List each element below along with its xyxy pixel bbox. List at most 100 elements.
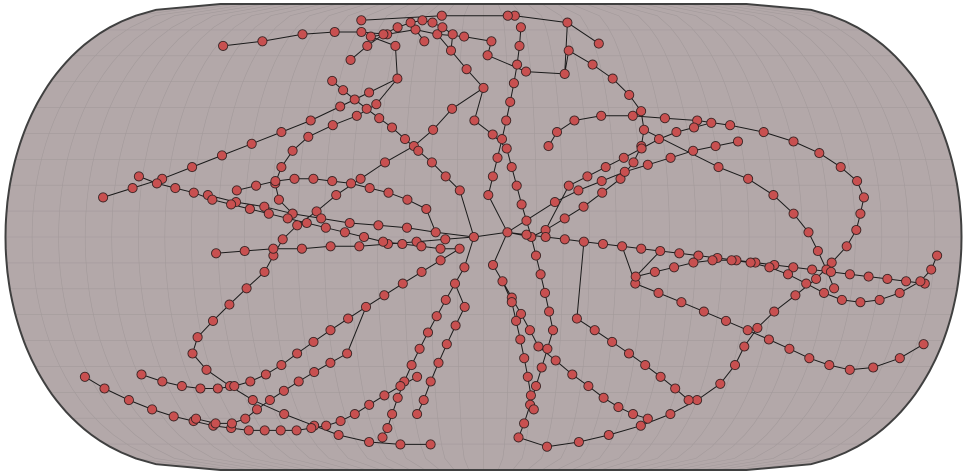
- graph-node: [804, 353, 815, 364]
- graph-node: [454, 243, 465, 254]
- graph-node: [354, 241, 365, 252]
- graph-node: [377, 432, 388, 443]
- graph-node: [282, 213, 293, 224]
- graph-node: [413, 145, 424, 156]
- graph-node: [617, 241, 628, 252]
- graph-node: [683, 395, 694, 406]
- graph-node: [240, 413, 251, 424]
- graph-node: [435, 243, 446, 254]
- graph-node: [356, 15, 367, 26]
- graph-node: [562, 17, 573, 28]
- graph-node: [788, 208, 799, 219]
- graph-node: [433, 357, 444, 368]
- graph-node: [379, 390, 390, 401]
- graph-node: [543, 141, 554, 152]
- graph-node: [688, 257, 699, 268]
- graph-node: [392, 22, 403, 33]
- graph-node: [852, 176, 863, 187]
- graph-node: [251, 404, 263, 415]
- graph-node: [417, 15, 428, 26]
- graph-node: [752, 322, 763, 333]
- graph-node: [710, 141, 721, 152]
- graph-node: [188, 187, 199, 198]
- graph-node: [364, 399, 375, 410]
- graph-node: [187, 162, 198, 173]
- graph-node: [459, 262, 470, 273]
- graph-node: [418, 395, 429, 406]
- graph-node: [516, 199, 527, 210]
- graph-node: [329, 26, 340, 38]
- graph-node: [814, 148, 825, 159]
- graph-node: [397, 238, 408, 250]
- graph-node: [327, 176, 338, 187]
- graph-node: [630, 271, 641, 282]
- graph-node: [459, 301, 470, 312]
- graph-node: [502, 10, 513, 21]
- graph-node: [226, 418, 237, 429]
- graph-node: [627, 110, 638, 121]
- graph-node: [279, 409, 290, 420]
- graph-node: [506, 297, 517, 308]
- graph-node: [292, 220, 303, 231]
- graph-node: [218, 40, 229, 51]
- graph-node: [583, 381, 594, 392]
- graph-node: [801, 278, 812, 289]
- graph-node: [655, 245, 666, 257]
- graph-node: [571, 313, 582, 324]
- graph-node: [201, 364, 212, 375]
- graph-node: [894, 287, 905, 298]
- graph-node: [551, 127, 563, 138]
- graph-node: [259, 266, 270, 277]
- graph-node: [524, 325, 535, 336]
- graph-node: [364, 87, 375, 98]
- graph-node: [349, 94, 360, 105]
- graph-node: [386, 122, 398, 133]
- graph-node: [782, 269, 794, 280]
- graph-node: [669, 262, 680, 273]
- graph-node: [868, 362, 879, 373]
- graph-node: [379, 290, 390, 301]
- graph-node: [519, 353, 530, 364]
- graph-node: [428, 124, 439, 135]
- graph-node: [825, 266, 837, 277]
- graph-node: [596, 110, 607, 121]
- graph-node: [665, 152, 676, 163]
- graph-node: [414, 343, 425, 354]
- graph-node: [99, 383, 110, 394]
- graph-node: [521, 229, 532, 240]
- graph-node: [707, 255, 718, 266]
- graph-node: [151, 178, 162, 189]
- graph-node: [855, 208, 866, 219]
- graph-node: [739, 341, 750, 352]
- graph-node: [851, 224, 862, 236]
- graph-node: [688, 145, 699, 156]
- graph-node: [392, 73, 403, 84]
- graph-node: [732, 136, 744, 147]
- graph-node: [541, 441, 553, 452]
- graph-node: [244, 203, 255, 215]
- graph-node: [257, 36, 268, 47]
- graph-node: [425, 376, 436, 387]
- graph-node: [293, 376, 304, 387]
- graph-node: [547, 325, 559, 336]
- graph-node: [168, 411, 179, 422]
- graph-node: [589, 325, 600, 336]
- graph-node: [406, 360, 417, 371]
- graph-node: [427, 17, 438, 28]
- graph-node: [437, 22, 448, 33]
- graph-node: [539, 287, 551, 298]
- graph-node: [308, 336, 319, 347]
- graph-node: [371, 99, 382, 110]
- graph-node: [725, 120, 736, 131]
- graph-node: [399, 134, 411, 145]
- graph-node: [882, 273, 893, 284]
- graph-node: [713, 162, 724, 173]
- graph-node: [835, 162, 846, 173]
- graph-node: [653, 287, 664, 298]
- graph-node: [342, 348, 353, 359]
- graph-node: [596, 176, 607, 187]
- graph-node: [303, 131, 314, 142]
- graph-node: [638, 124, 650, 135]
- graph-node: [449, 278, 461, 289]
- graph-node: [522, 371, 533, 382]
